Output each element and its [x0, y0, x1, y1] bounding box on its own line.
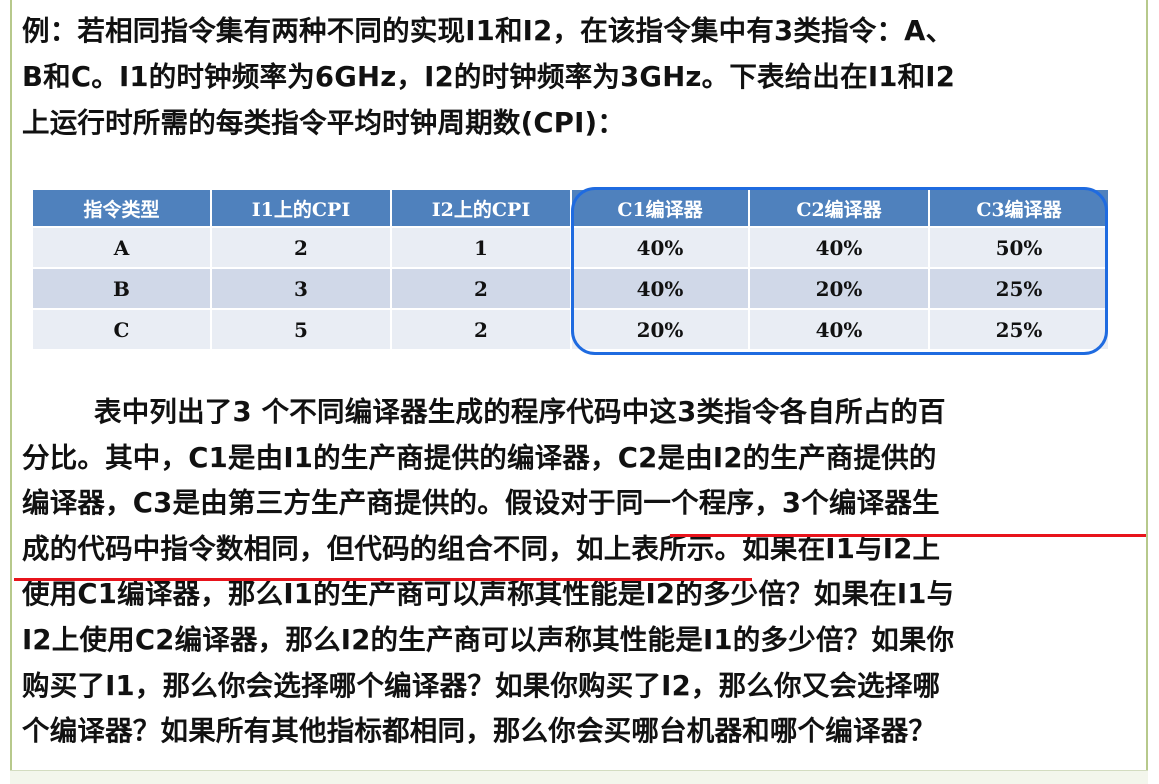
- table-cell: A: [33, 226, 212, 268]
- table-cell: 2: [211, 226, 392, 268]
- slide-frame-right: [1146, 0, 1148, 783]
- table-cell: 2: [391, 267, 572, 309]
- table-cell: 3: [211, 267, 392, 309]
- table-cell: B: [33, 267, 212, 309]
- header-i1-cpi: I1上的CPI: [211, 190, 392, 227]
- table-cell: C: [33, 308, 212, 349]
- table-cell: 2: [391, 308, 572, 349]
- paragraph-line: 编译器，C3是由第三方生产商提供的。假设对于同一个程序，3个编译器生: [22, 487, 940, 520]
- header-i2-cpi: I2上的CPI: [391, 190, 572, 227]
- paragraph-line: 个编译器？如果所有其他指标都相同，那么你会买哪台机器和哪个编译器？: [22, 715, 937, 748]
- paragraph-line: 分比。其中，C1是由I1的生产商提供的编译器，C2是由I2的生产商提供的: [22, 441, 937, 474]
- paragraph-line: I2上使用C2编译器，那么I2的生产商可以声称其性能是I1的多少倍？如果你: [22, 623, 955, 656]
- slide-frame-bottom: [10, 770, 1148, 784]
- slide-frame-left: [10, 0, 12, 783]
- table-cell: 1: [391, 226, 572, 268]
- emphasis-underline: [670, 534, 1146, 537]
- emphasis-underline: [14, 578, 752, 581]
- problem-intro: 例：若相同指令集有两种不同的实现I1和I2，在该指令集中有3类指令：A、 B和C…: [22, 8, 1142, 146]
- paragraph-line: 表中列出了3 个不同编译器生成的程序代码中这3类指令各自所占的百: [94, 396, 946, 428]
- slide: 例：若相同指令集有两种不同的实现I1和I2，在该指令集中有3类指令：A、 B和C…: [0, 0, 1159, 784]
- paragraph-line: 购买了I1，那么你会选择哪个编译器？如果你购买了I2，那么你又会选择哪: [22, 669, 941, 702]
- header-instruction-type: 指令类型: [33, 190, 212, 227]
- intro-line: 例：若相同指令集有两种不同的实现I1和I2，在该指令集中有3类指令：A、: [22, 15, 954, 47]
- table-cell: 5: [211, 308, 392, 349]
- problem-paragraph: 表中列出了3 个不同编译器生成的程序代码中这3类指令各自所占的百 分比。其中，C…: [22, 390, 1137, 755]
- intro-line: 上运行时所需的每类指令平均时钟周期数(CPI)：: [22, 107, 626, 139]
- intro-line: B和C。I1的时钟频率为6GHz，I2的时钟频率为3GHz。下表给出在I1和I2: [22, 61, 956, 93]
- compiler-columns-highlight: [571, 187, 1108, 355]
